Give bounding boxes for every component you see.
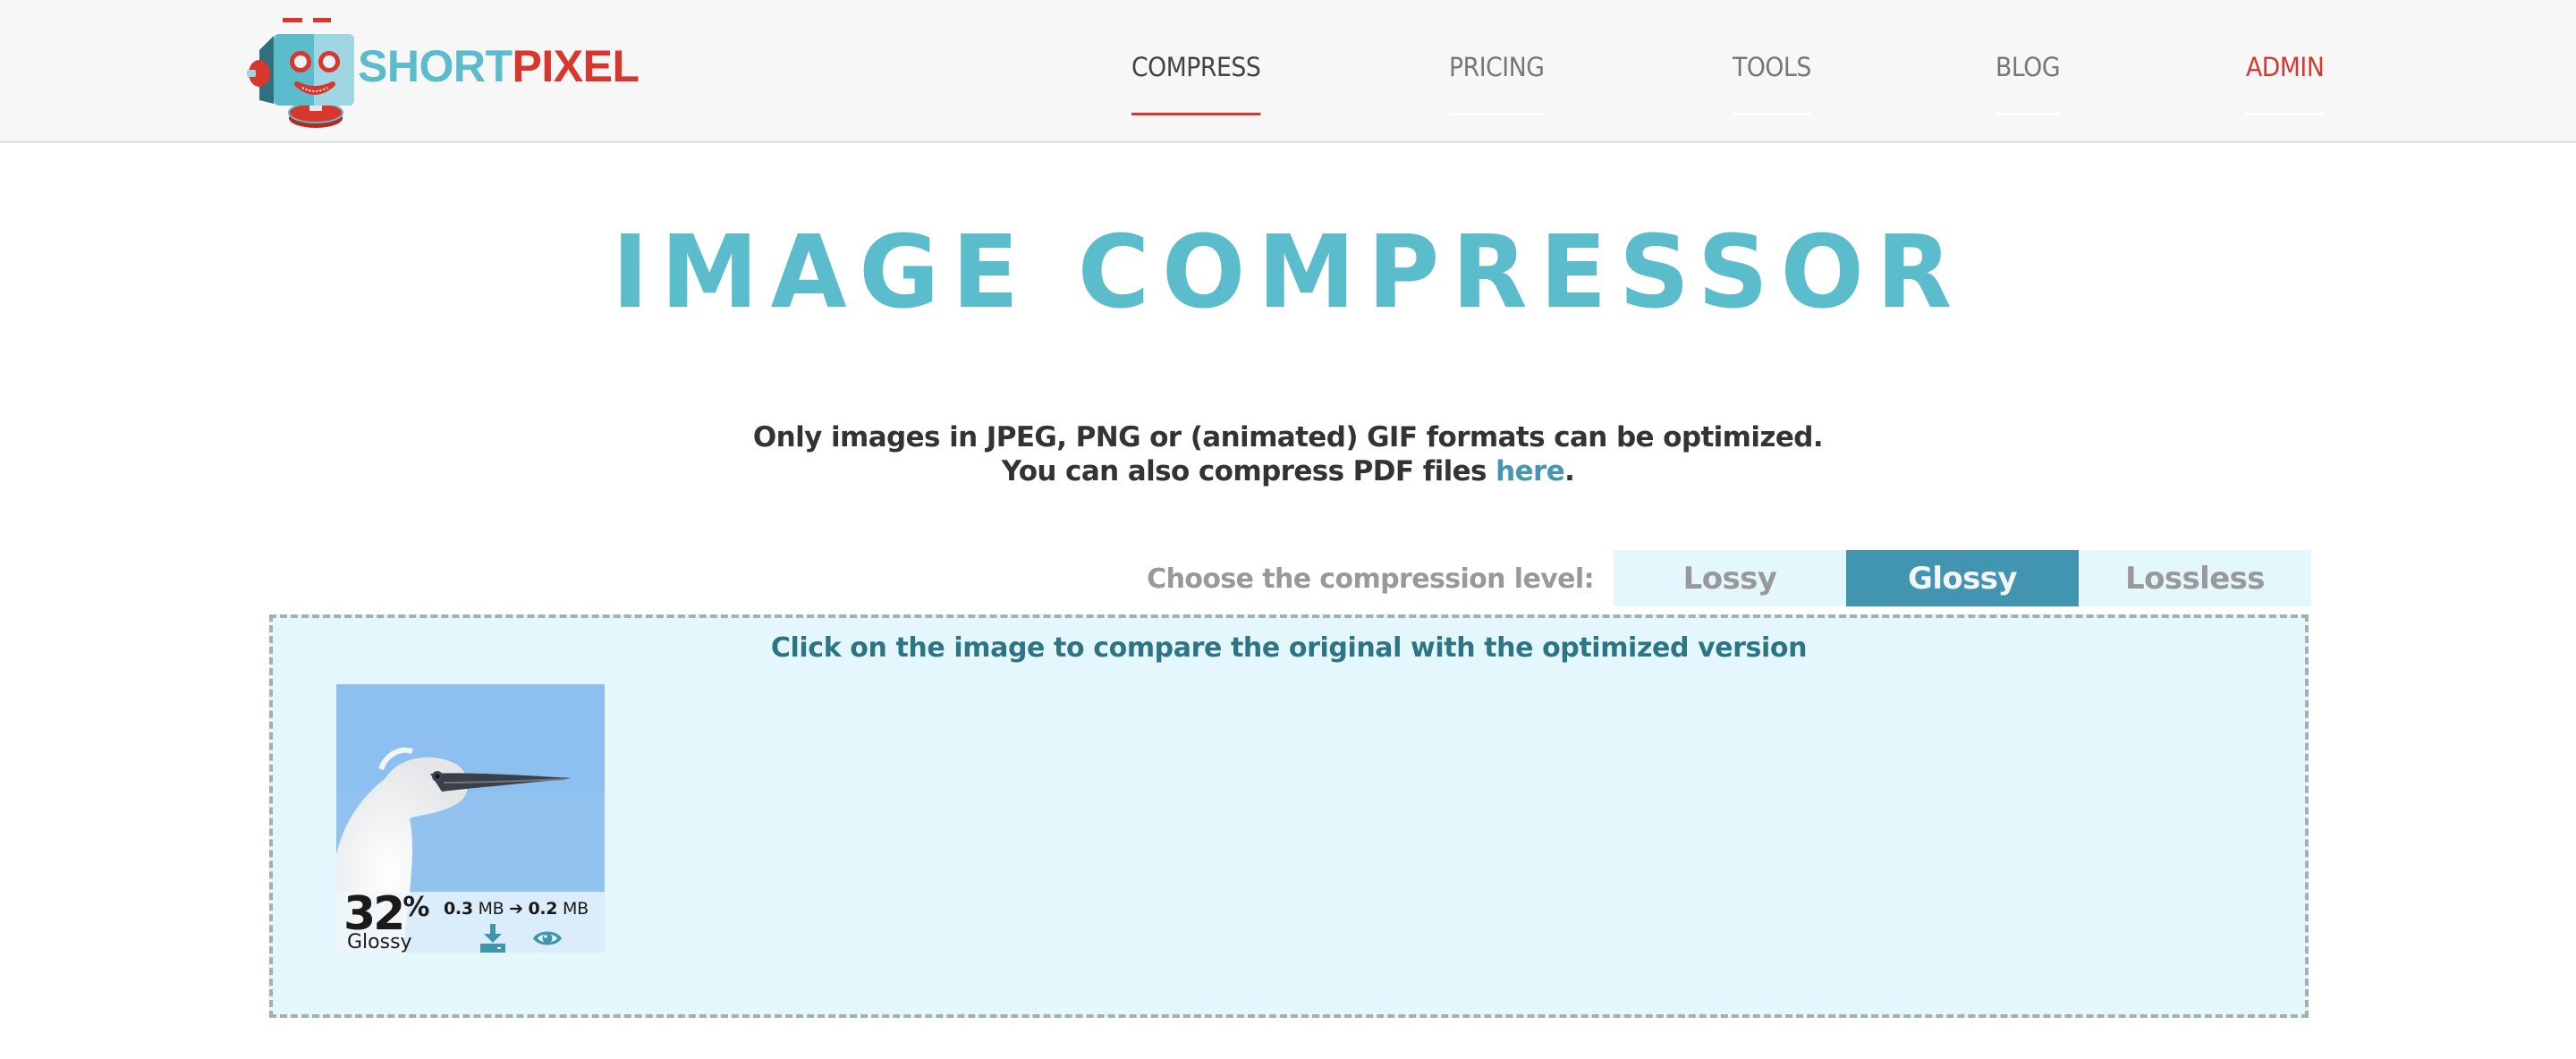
info-line-pdf: You can also compress PDF files here. [0,454,2576,488]
nav-admin-label: ADMIN [2246,52,2325,82]
compression-level-selector: Lossy Glossy Lossless [1614,550,2311,606]
download-icon[interactable] [479,924,506,953]
optimized-size: 0.2 [528,899,558,919]
nav-active-underline [1131,113,1261,115]
site-header: SHORTPIXEL COMPRESS PRICING TOOLS BLOG A… [0,0,2576,143]
percent-sign: % [402,892,430,923]
pdf-here-link[interactable]: here [1496,455,1565,487]
compression-level-label: Choose the compression level: [1147,563,1594,595]
nav-blog-label: BLOG [1996,52,2061,82]
original-size-unit: MB [478,899,504,919]
format-info: Only images in JPEG, PNG or (animated) G… [0,420,2576,488]
nav-underline [1996,113,2061,115]
nav-tools[interactable]: TOOLS [1733,52,1811,118]
size-comparison: 0.3 MB ➔ 0.2 MB [444,899,589,919]
compare-hint: Click on the image to compare the origin… [770,632,1808,664]
level-lossy-button[interactable]: Lossy [1614,550,1846,606]
nav-underline [1733,113,1811,115]
original-size: 0.3 [444,899,473,919]
logo-text-short: SHORT [358,41,513,91]
nav-compress-label: COMPRESS [1131,52,1261,82]
upload-drop-area[interactable]: Click on the image to compare the origin… [269,614,2309,1018]
nav-pricing-label: PRICING [1449,52,1545,82]
nav-underline [2246,113,2325,115]
nav-compress[interactable]: COMPRESS [1131,52,1261,118]
nav-pricing[interactable]: PRICING [1449,52,1545,118]
nav-tools-label: TOOLS [1733,52,1811,82]
level-glossy-button[interactable]: Glossy [1846,550,2079,606]
logo-wordmark: SHORTPIXEL [358,39,640,93]
info-pdf-text: You can also compress PDF files [1001,455,1496,487]
optimized-size-unit: MB [562,899,589,919]
nav-blog[interactable]: BLOG [1996,52,2061,118]
result-image-card[interactable]: 32% Glossy 0.3 MB ➔ 0.2 MB [336,684,605,953]
logo-text-pixel: PIXEL [512,41,640,91]
arrow-right-icon: ➔ [509,899,523,919]
info-line-formats: Only images in JPEG, PNG or (animated) G… [752,421,1824,453]
level-lossless-button[interactable]: Lossless [2079,550,2311,606]
result-compression-level: Glossy [347,931,412,953]
nav-underline [1449,113,1545,115]
page-title: IMAGE COMPRESSOR [612,215,1964,331]
robot-logo-icon [247,18,354,128]
eye-icon[interactable] [532,928,563,949]
nav-admin[interactable]: ADMIN [2246,52,2325,118]
shortpixel-logo[interactable]: SHORTPIXEL [240,13,640,129]
info-pdf-period: . [1564,455,1575,487]
